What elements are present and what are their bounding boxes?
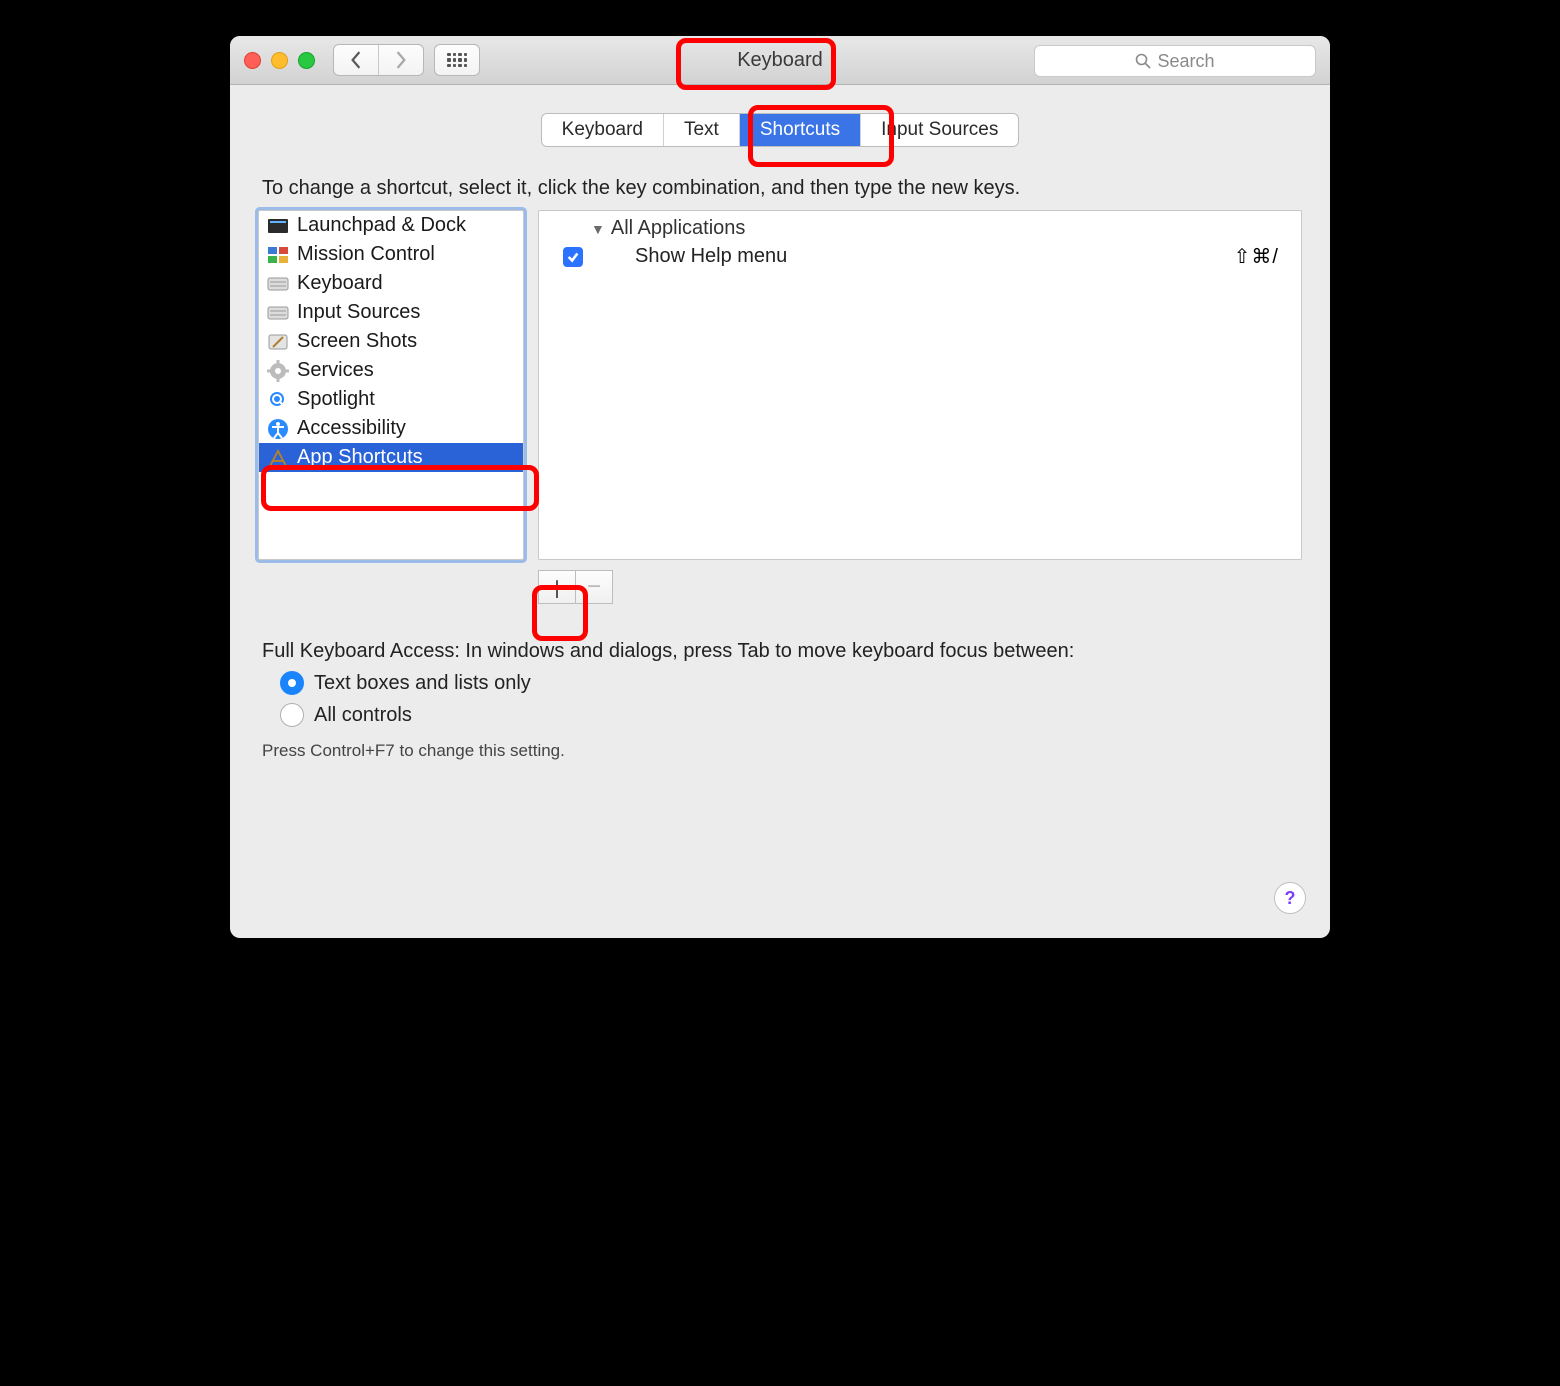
radio-label: All controls <box>314 704 412 727</box>
category-list[interactable]: Launchpad & Dock Mission Control Keyboard I… <box>258 210 524 560</box>
footer-heading: Full Keyboard Access: In windows and dia… <box>262 640 1298 663</box>
shortcut-keys[interactable]: ⇧⌘/ <box>1234 244 1279 269</box>
spotlight-icon <box>267 389 289 411</box>
add-button[interactable]: ＋ <box>538 570 576 604</box>
category-label: Input Sources <box>297 301 420 324</box>
forward-button[interactable] <box>378 45 423 75</box>
search-input[interactable]: Search <box>1034 45 1316 77</box>
category-mission-control[interactable]: Mission Control <box>259 240 523 269</box>
category-label: Accessibility <box>297 417 406 440</box>
search-icon <box>1135 53 1151 69</box>
show-all-button[interactable] <box>434 44 480 76</box>
tab-text[interactable]: Text <box>663 114 739 146</box>
remove-button: − <box>576 570 613 604</box>
shortcuts-panel: To change a shortcut, select it, click t… <box>258 177 1302 761</box>
category-spotlight[interactable]: Spotlight <box>259 385 523 414</box>
category-label: Services <box>297 359 374 382</box>
radio-button[interactable] <box>280 703 304 727</box>
group-header[interactable]: ▼ All Applications <box>591 217 1289 240</box>
radio-option-1[interactable]: All controls <box>280 703 1298 727</box>
category-label: Spotlight <box>297 388 375 411</box>
nav-back-forward <box>333 44 424 76</box>
grid-icon <box>447 53 467 67</box>
instruction-text: To change a shortcut, select it, click t… <box>262 177 1298 200</box>
shortcut-label: Show Help menu <box>635 245 1222 268</box>
category-screen-shots[interactable]: Screen Shots <box>259 327 523 356</box>
disclosure-triangle-icon[interactable]: ▼ <box>591 221 605 237</box>
category-input-sources[interactable]: Input Sources <box>259 298 523 327</box>
category-services[interactable]: Services <box>259 356 523 385</box>
tab-keyboard[interactable]: Keyboard <box>542 114 663 146</box>
window-title: Keyboard <box>737 49 823 72</box>
minimize-window-button[interactable] <box>271 52 288 69</box>
chevron-left-icon <box>349 51 363 69</box>
shortcut-row[interactable]: Show Help menu ⇧⌘/ <box>551 244 1289 269</box>
radio-button[interactable] <box>280 671 304 695</box>
category-accessibility[interactable]: Accessibility <box>259 414 523 443</box>
category-keyboard[interactable]: Keyboard <box>259 269 523 298</box>
category-label: Launchpad & Dock <box>297 214 466 237</box>
group-name: All Applications <box>611 217 746 240</box>
footer-hint: Press Control+F7 to change this setting. <box>262 741 1298 761</box>
back-button[interactable] <box>334 45 378 75</box>
launchpad-icon <box>267 215 289 237</box>
window-controls <box>244 52 315 69</box>
search-placeholder: Search <box>1157 51 1214 72</box>
help-button[interactable]: ? <box>1274 882 1306 914</box>
tab-input-sources[interactable]: Input Sources <box>860 114 1018 146</box>
tab-bar: KeyboardTextShortcutsInput Sources <box>230 113 1330 147</box>
radio-label: Text boxes and lists only <box>314 672 531 695</box>
category-launchpad-dock[interactable]: Launchpad & Dock <box>259 211 523 240</box>
appshortcuts-icon <box>267 447 289 469</box>
mission-icon <box>267 244 289 266</box>
shortcut-detail-list[interactable]: ▼ All Applications Show Help menu ⇧⌘/ <box>538 210 1302 560</box>
keyboard-icon <box>267 273 289 295</box>
shortcut-checkbox[interactable] <box>563 247 583 267</box>
titlebar: Keyboard Search <box>230 36 1330 85</box>
services-icon <box>267 360 289 382</box>
accessibility-icon <box>267 418 289 440</box>
preferences-window: Keyboard Search KeyboardTextShortcutsInp… <box>230 36 1330 938</box>
add-remove-buttons: ＋ − <box>538 570 1302 604</box>
zoom-window-button[interactable] <box>298 52 315 69</box>
category-label: Keyboard <box>297 272 383 295</box>
radio-option-0[interactable]: Text boxes and lists only <box>280 671 1298 695</box>
category-label: Mission Control <box>297 243 435 266</box>
category-label: App Shortcuts <box>297 446 423 469</box>
chevron-right-icon <box>394 51 408 69</box>
tab-shortcuts[interactable]: Shortcuts <box>739 114 860 146</box>
footer: Full Keyboard Access: In windows and dia… <box>262 640 1298 761</box>
keyboard-icon <box>267 302 289 324</box>
category-label: Screen Shots <box>297 330 417 353</box>
category-app-shortcuts[interactable]: App Shortcuts <box>259 443 523 472</box>
screenshot-icon <box>267 331 289 353</box>
close-window-button[interactable] <box>244 52 261 69</box>
